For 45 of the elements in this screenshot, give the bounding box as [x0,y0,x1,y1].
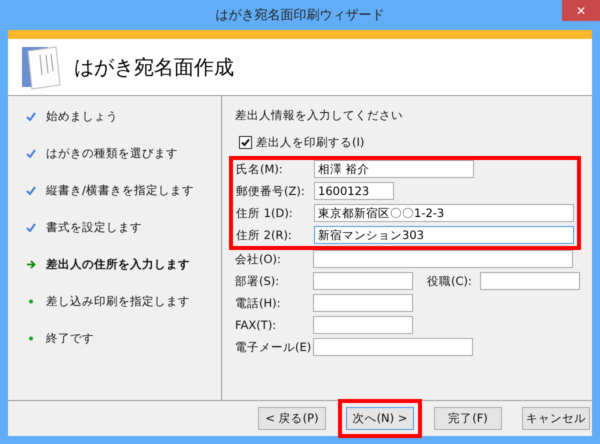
wizard-step: 終了です [46,330,94,346]
field-label: 電話(H): [235,296,282,310]
field-label: 住所 2(R): [236,228,293,242]
instruction-text: 差出人情報を入力してください [235,108,404,123]
check-icon [26,148,36,158]
input-field[interactable]: 東京都新宿区〇〇1-2-3 [314,204,574,222]
input-field[interactable] [480,272,580,290]
wizard-button[interactable]: < 戻る(P) [258,407,326,430]
input-field[interactable]: 相澤 裕介 [314,160,474,178]
wizard-button[interactable]: 完了(F) [434,407,502,430]
input-field[interactable] [313,250,573,268]
close-button[interactable]: ✕ [562,0,600,21]
input-field[interactable] [313,316,413,334]
wizard-step: 始めましょう [46,108,118,124]
wizard-step: 書式を設定します [46,220,142,234]
check-icon [241,138,250,147]
field-label: 電子メール(E) [235,340,312,354]
input-field[interactable] [313,338,473,356]
field-label: 部署(S): [235,274,280,288]
field-label: 郵便番号(Z): [236,184,306,198]
checkbox[interactable] [239,136,252,149]
bullet-icon [26,296,36,306]
wizard-button[interactable]: キャンセル [522,407,590,430]
field-label: 氏名(M): [236,162,284,176]
wizard-button[interactable]: 次へ(N) > [346,407,414,430]
input-field[interactable]: 新宿マンション303 [314,226,574,244]
input-field[interactable] [313,272,413,290]
check-icon [26,222,36,232]
wizard-step: はがきの種類を選びます [46,146,178,160]
field-label: 役職(C): [427,274,472,288]
field-label: 会社(O): [235,252,282,266]
field-label: FAX(T): [235,318,278,332]
wizard-step: 縦書き/横書きを指定します [46,182,194,198]
page-heading: はがき宛名面作成 [74,54,234,80]
input-field[interactable] [313,294,413,312]
window-title: はがき宛名面印刷ウィザード [216,7,384,24]
checkbox-label: 差出人を印刷する(I) [256,135,364,150]
arrow-icon [26,260,36,268]
check-icon [26,112,36,120]
wizard-step: 差出人の住所を入力します [46,256,190,272]
input-field[interactable]: 1600123 [314,182,394,200]
bullet-icon [26,334,36,342]
check-icon [26,186,36,194]
wizard-step: 差し込み印刷を指定します [46,294,190,308]
field-label: 住所 1(D): [236,206,294,220]
